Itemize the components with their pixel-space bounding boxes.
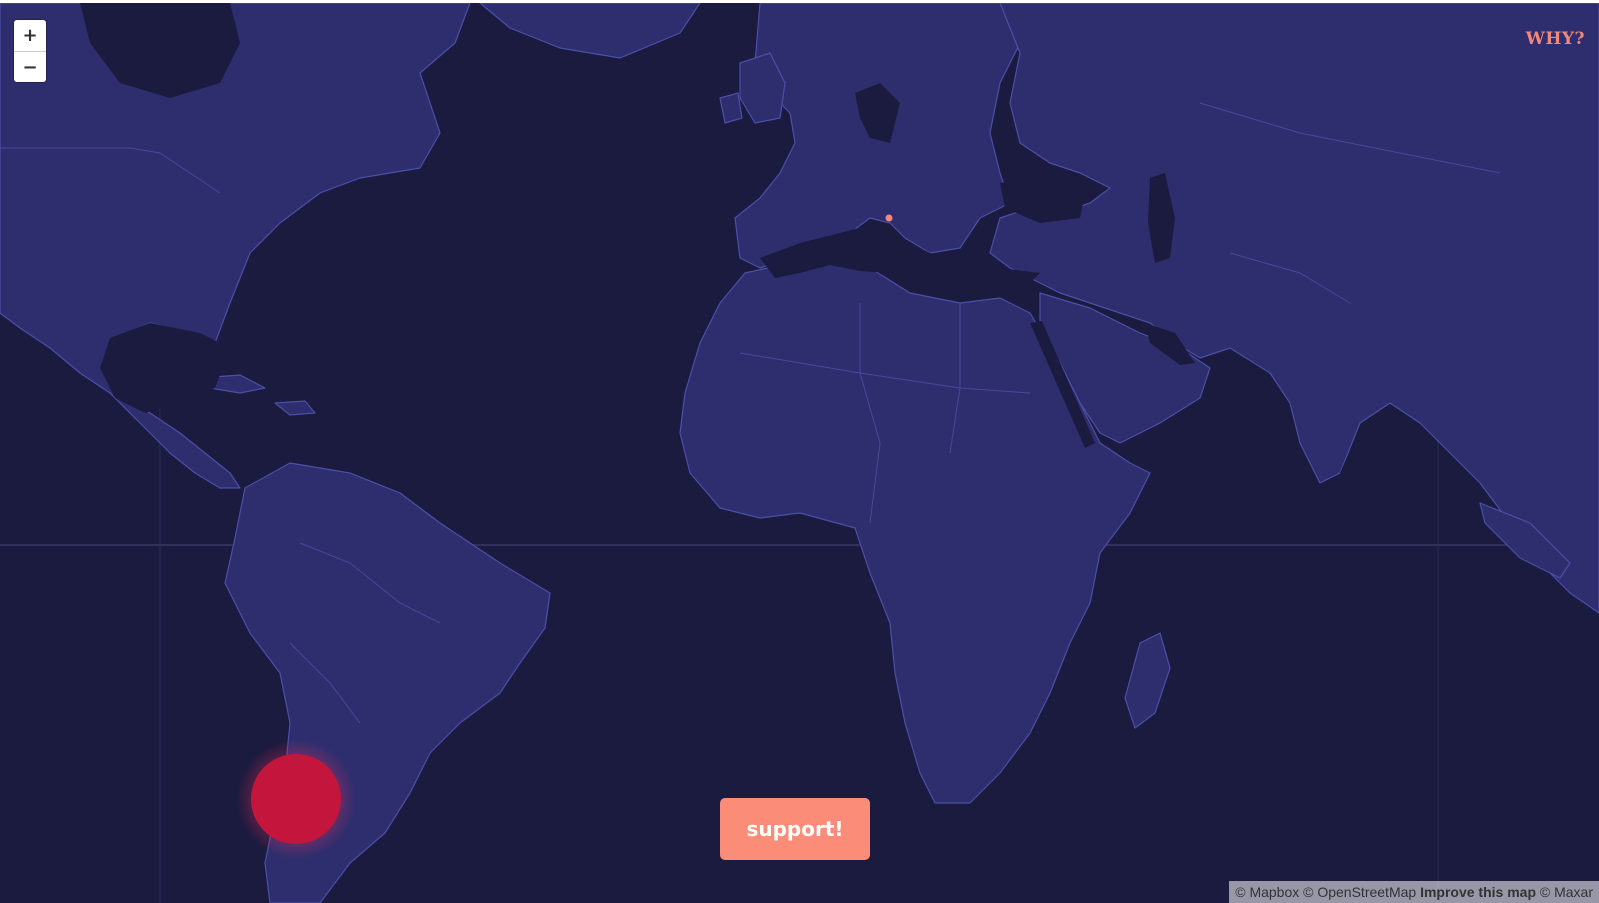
world-map[interactable]: + − WHY? support! © Mapbox © OpenStreetM… xyxy=(0,3,1599,903)
map-attribution: © Mapbox © OpenStreetMap Improve this ma… xyxy=(1229,881,1599,903)
osm-attribution-link[interactable]: © OpenStreetMap xyxy=(1303,884,1416,900)
zoom-control: + − xyxy=(14,20,46,82)
large-marker[interactable] xyxy=(251,754,341,844)
small-marker[interactable] xyxy=(885,214,893,222)
mapbox-attribution-link[interactable]: © Mapbox xyxy=(1235,884,1299,900)
maxar-attribution-link[interactable]: © Maxar xyxy=(1540,884,1593,900)
zoom-in-button[interactable]: + xyxy=(14,20,46,51)
map-canvas[interactable] xyxy=(0,3,1599,903)
support-button[interactable]: support! xyxy=(720,798,870,860)
improve-map-link[interactable]: Improve this map xyxy=(1420,884,1536,900)
why-link[interactable]: WHY? xyxy=(1526,29,1585,49)
zoom-out-button[interactable]: − xyxy=(14,51,46,82)
